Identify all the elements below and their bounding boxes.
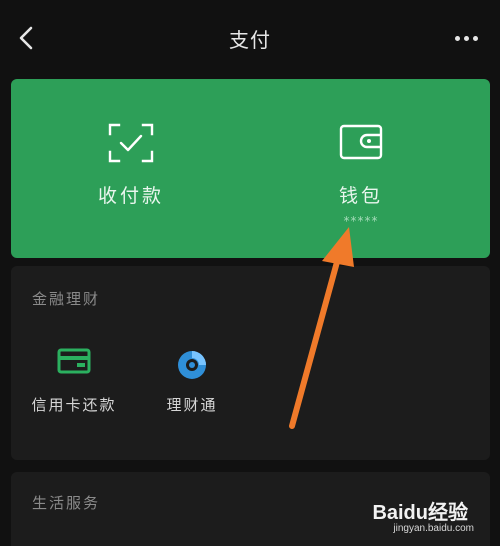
more-dots-icon: [454, 35, 460, 41]
scan-check-icon: [108, 123, 154, 163]
watermark-brand: Baidu经验: [372, 502, 468, 524]
chevron-left-icon: [19, 26, 33, 50]
finance-section-title: 金融理财: [32, 290, 101, 308]
receive-payment-label: 收付款: [97, 185, 164, 207]
licaitong-label: 理财通: [166, 396, 218, 414]
credit-card-icon: [57, 348, 91, 374]
pay-card: 收付款 钱包 *****: [11, 79, 490, 258]
finance-section: 金融理财 信用卡还款 理财通: [11, 266, 490, 460]
header-bar: 支付: [0, 0, 500, 74]
receive-payment-button[interactable]: 收付款: [11, 79, 251, 258]
wallet-label: 钱包: [338, 185, 383, 207]
more-dot: [472, 35, 478, 41]
wallet-icon: [339, 124, 383, 160]
page-title: 支付: [229, 28, 271, 52]
wallet-balance-masked: *****: [343, 214, 379, 228]
watermark-url: jingyan.baidu.com: [393, 523, 474, 534]
credit-card-repay-label: 信用卡还款: [31, 396, 117, 414]
more-dot: [463, 35, 469, 41]
wallet-button[interactable]: 钱包 *****: [241, 79, 481, 258]
licaitong-icon: [178, 351, 206, 379]
life-section-title: 生活服务: [32, 494, 101, 512]
more-button[interactable]: [450, 26, 482, 50]
baidu-watermark: Baidu经验 jingyan.baidu.com: [358, 496, 478, 538]
pay-page: 支付 收付款 钱包 ***** 金融理财 信用卡还款 理财通 生活服务 Baid…: [0, 0, 500, 546]
licaitong-button[interactable]: 理财通: [137, 344, 247, 414]
back-button[interactable]: [10, 22, 42, 54]
credit-card-repay-button[interactable]: 信用卡还款: [19, 344, 129, 414]
